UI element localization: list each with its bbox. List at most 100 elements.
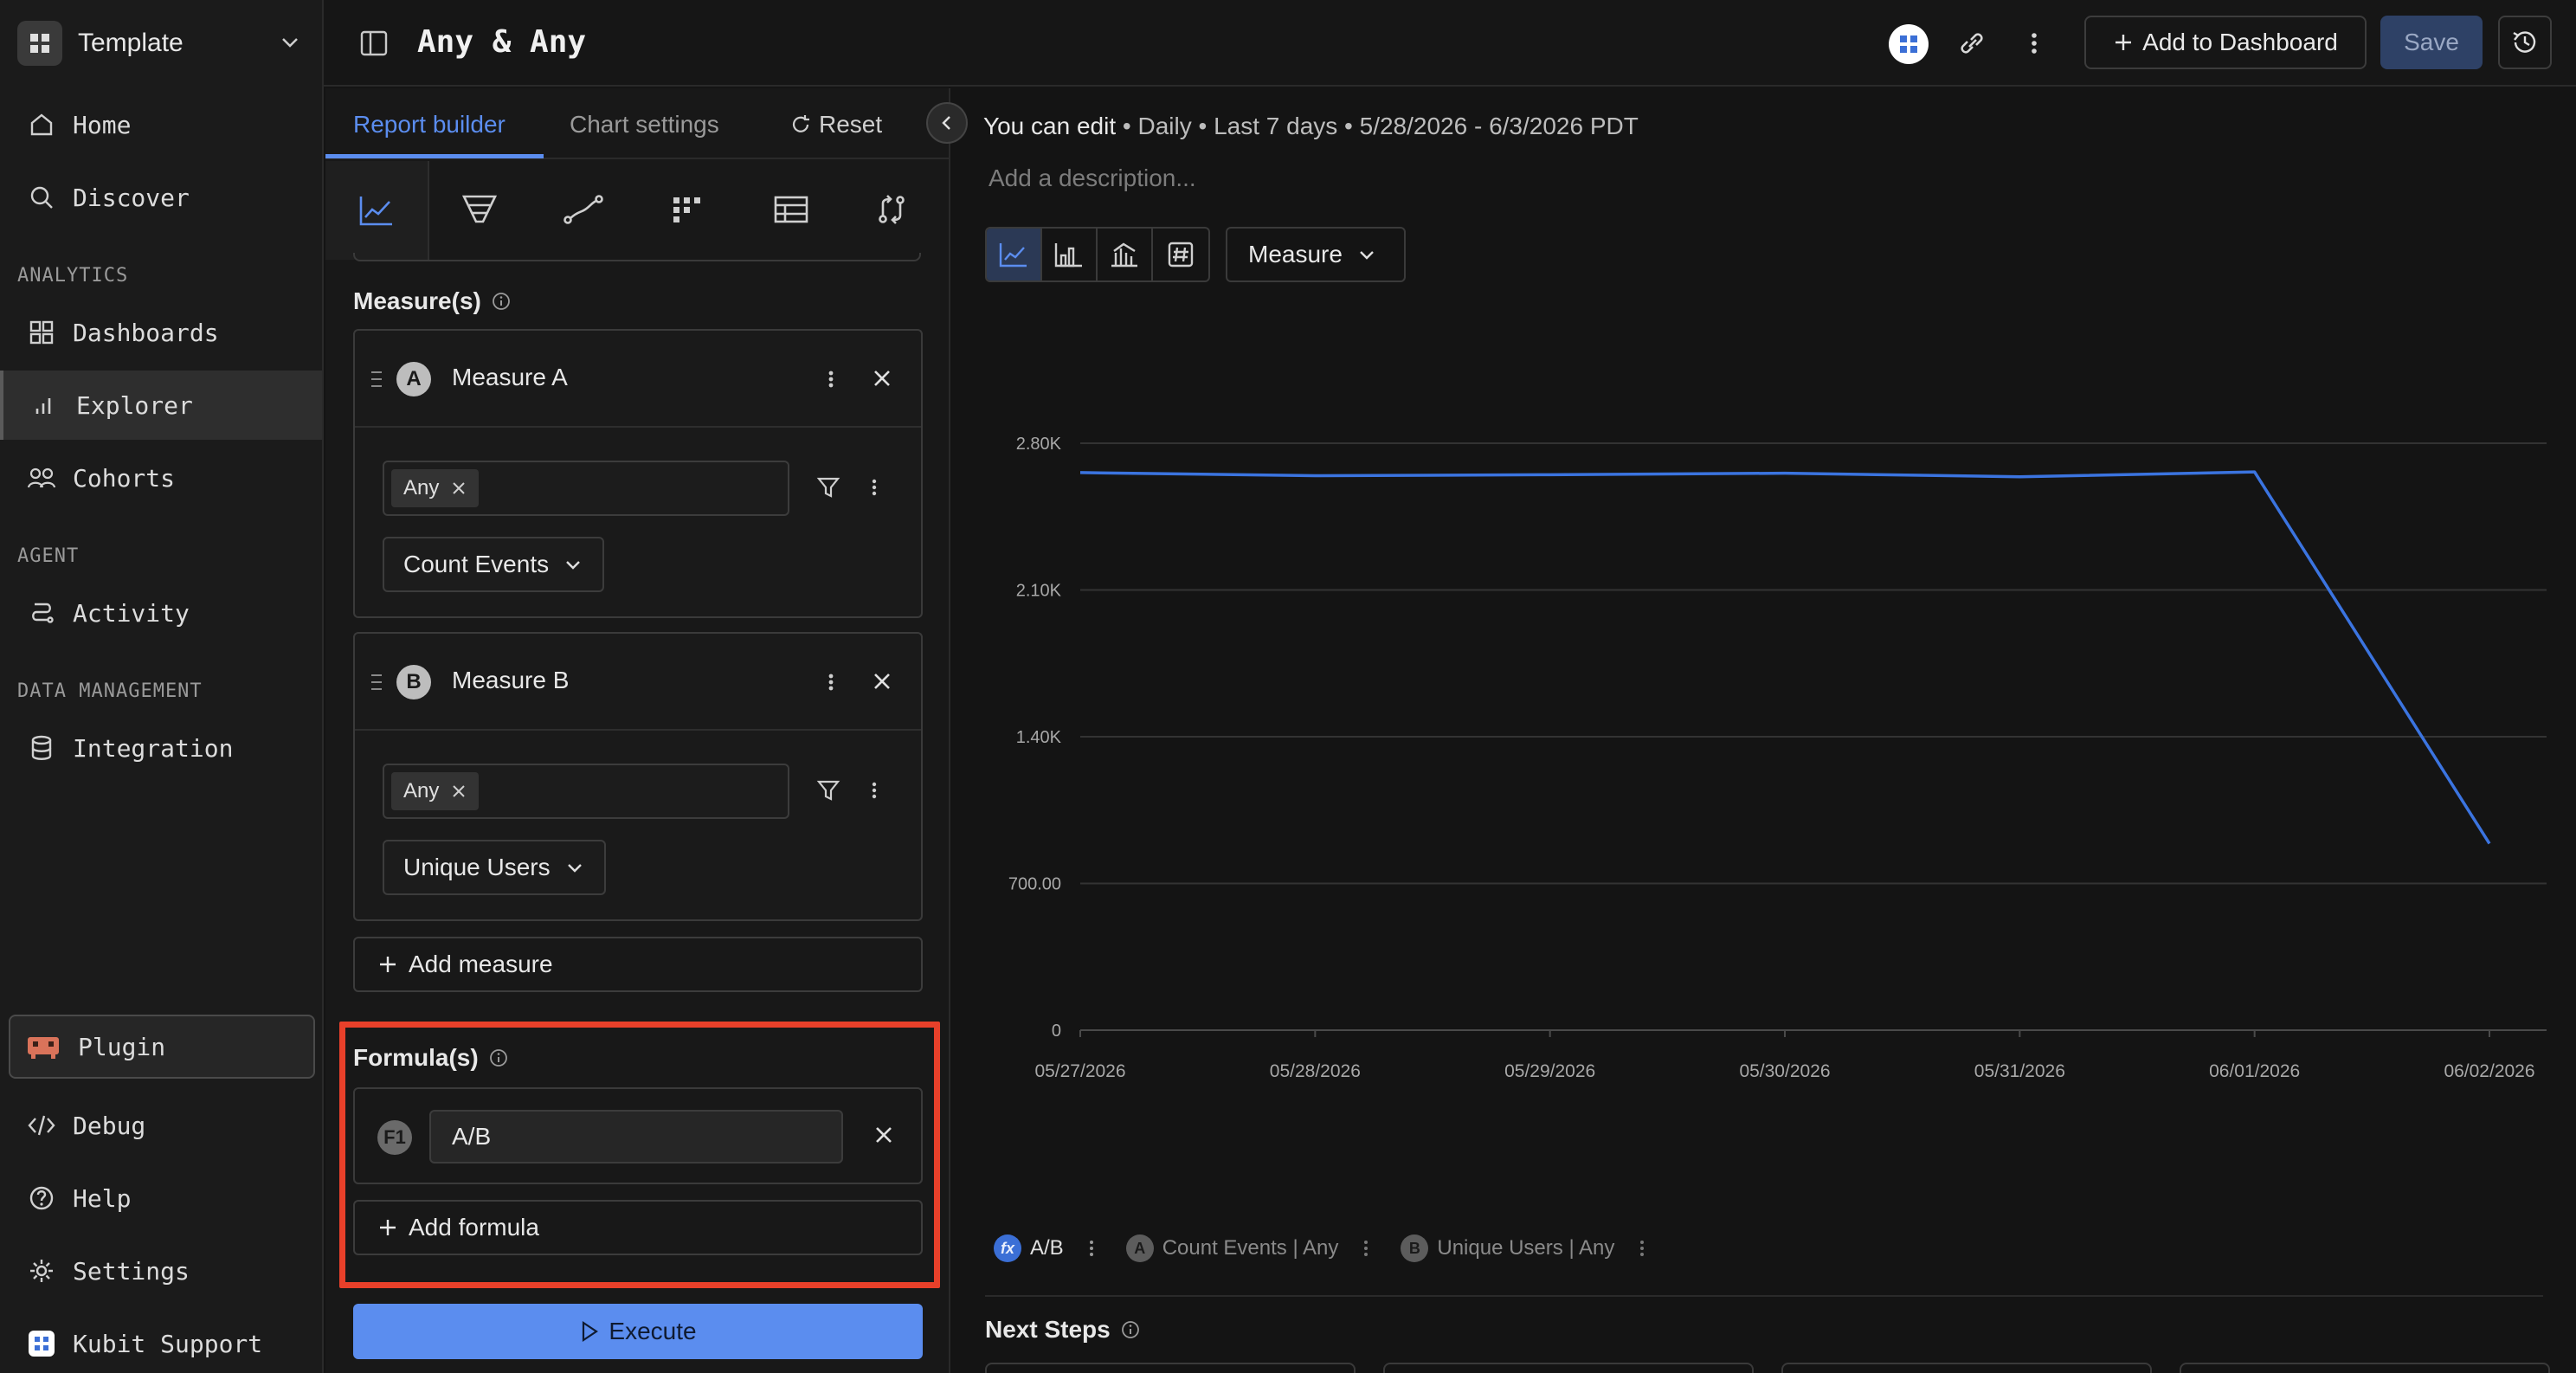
event-chip-label: Any — [403, 779, 440, 803]
funnel-icon — [460, 192, 499, 227]
close-icon[interactable] — [869, 365, 895, 391]
reset-button[interactable]: Reset — [789, 111, 882, 139]
nav-settings[interactable]: Settings — [0, 1236, 322, 1305]
report-type-funnel[interactable] — [452, 182, 507, 237]
nav-discover[interactable]: Discover — [0, 163, 322, 232]
next-step-card[interactable] — [2180, 1363, 2550, 1373]
measure-a-badge: A — [396, 362, 431, 396]
viz-number-button[interactable] — [1153, 229, 1208, 280]
code-icon — [26, 1110, 57, 1141]
formula-input[interactable]: A/B — [429, 1110, 843, 1164]
more-options-icon[interactable] — [1086, 1237, 1097, 1260]
execute-button[interactable]: Execute — [353, 1304, 923, 1359]
data-management-section-label: DATA MANAGEMENT — [17, 680, 203, 702]
description-input[interactable]: Add a description... — [989, 164, 1196, 192]
close-icon[interactable] — [451, 783, 467, 799]
more-options-icon[interactable] — [2025, 26, 2043, 61]
add-formula-button[interactable]: Add formula — [353, 1200, 923, 1255]
drag-handle-icon[interactable] — [369, 670, 384, 694]
more-options-icon[interactable] — [867, 474, 881, 500]
line-chart-icon — [998, 241, 1029, 268]
history-button[interactable] — [2498, 16, 2552, 69]
active-tab-indicator — [325, 154, 544, 158]
next-step-card[interactable] — [1781, 1363, 2152, 1373]
reset-label: Reset — [819, 111, 883, 138]
collapse-panel-button[interactable] — [926, 102, 968, 144]
sidebar-toggle-icon[interactable] — [358, 28, 390, 59]
event-chip[interactable]: Any — [391, 469, 480, 507]
legend-item-b[interactable]: B Unique Users | Any — [1401, 1234, 1614, 1262]
nav-dashboards[interactable]: Dashboards — [0, 298, 322, 367]
legend-badge-a: A — [1125, 1234, 1154, 1262]
measure-a-header: A Measure A — [355, 331, 921, 428]
dashboard-icon — [26, 317, 57, 348]
line-chart: 0 700.00 1.40K 2.10K 2.80K 05/27/2026 05/28/20… — [1008, 435, 2547, 1081]
plugin-button[interactable]: Plugin — [9, 1015, 315, 1079]
add-to-dashboard-button[interactable]: Add to Dashboard — [2084, 16, 2367, 69]
report-type-compare[interactable] — [864, 182, 919, 237]
link-icon[interactable] — [1953, 26, 1991, 61]
close-icon[interactable] — [869, 668, 895, 694]
more-options-icon[interactable] — [1361, 1237, 1371, 1260]
next-step-card[interactable] — [985, 1363, 1356, 1373]
aggregation-select[interactable]: Count Events — [383, 537, 605, 592]
add-measure-button[interactable]: Add measure — [353, 937, 923, 992]
nav-explorer[interactable]: Explorer — [0, 371, 322, 440]
more-options-icon[interactable] — [824, 365, 838, 393]
nav-cohorts[interactable]: Cohorts — [0, 443, 322, 512]
help-icon — [26, 1183, 57, 1214]
nav-integration[interactable]: Integration — [0, 713, 322, 783]
filter-icon[interactable] — [815, 474, 841, 500]
close-icon[interactable] — [871, 1122, 897, 1148]
legend-item-formula[interactable]: fx A/B — [994, 1234, 1064, 1262]
info-icon[interactable] — [492, 292, 511, 311]
viz-stacked-button[interactable] — [1098, 229, 1153, 280]
tab-chart-settings[interactable]: Chart settings — [570, 111, 719, 139]
plus-icon — [2113, 32, 2134, 53]
viz-bar-button[interactable] — [1042, 229, 1098, 280]
aggregation-select[interactable]: Unique Users — [383, 840, 606, 895]
nav-kubit-support-label: Kubit Support — [73, 1329, 263, 1358]
report-type-path[interactable] — [556, 182, 611, 237]
home-icon — [26, 109, 57, 140]
measure-dropdown[interactable]: Measure — [1226, 227, 1406, 282]
x-tick-label: 05/30/2026 — [1739, 1061, 1830, 1081]
nav-debug[interactable]: Debug — [0, 1091, 322, 1160]
event-filter-input[interactable]: Any — [383, 461, 789, 516]
workspace-logo-icon — [17, 21, 62, 66]
measure-card-b: B Measure B Any Unique Users — [353, 632, 923, 921]
more-options-icon[interactable] — [1637, 1237, 1647, 1260]
save-button[interactable]: Save — [2380, 16, 2483, 69]
tab-report-builder[interactable]: Report builder — [353, 111, 506, 139]
report-type-retention[interactable] — [660, 182, 715, 237]
more-options-icon[interactable] — [867, 777, 881, 803]
visualization-switcher — [985, 227, 1210, 282]
info-icon[interactable] — [1121, 1320, 1140, 1339]
report-type-table[interactable] — [763, 182, 819, 237]
event-chip[interactable]: Any — [391, 772, 480, 810]
event-filter-input[interactable]: Any — [383, 764, 789, 819]
report-type-row — [325, 161, 949, 260]
formulas-title: Formula(s) — [353, 1044, 479, 1071]
nav-home[interactable]: Home — [0, 90, 322, 159]
measure-a-name[interactable]: Measure A — [452, 364, 568, 391]
more-options-icon[interactable] — [824, 668, 838, 696]
info-icon[interactable] — [489, 1048, 508, 1067]
report-type-insights[interactable] — [325, 161, 429, 260]
legend-label: A/B — [1030, 1236, 1064, 1260]
drag-handle-icon[interactable] — [369, 367, 384, 391]
close-icon[interactable] — [451, 480, 467, 496]
nav-kubit-support[interactable]: Kubit Support — [0, 1309, 322, 1373]
chevron-left-icon — [937, 113, 956, 132]
measure-b-name[interactable]: Measure B — [452, 667, 569, 694]
legend-item-a[interactable]: A Count Events | Any — [1125, 1234, 1338, 1262]
kubit-avatar-icon[interactable] — [1889, 24, 1929, 64]
nav-activity[interactable]: Activity — [0, 578, 322, 648]
filter-icon[interactable] — [815, 777, 841, 803]
plus-icon — [377, 1217, 398, 1238]
database-icon — [26, 732, 57, 764]
viz-line-button[interactable] — [987, 229, 1042, 280]
nav-help[interactable]: Help — [0, 1164, 322, 1233]
next-step-card[interactable] — [1383, 1363, 1754, 1373]
workspace-switcher[interactable]: Template — [17, 17, 306, 69]
